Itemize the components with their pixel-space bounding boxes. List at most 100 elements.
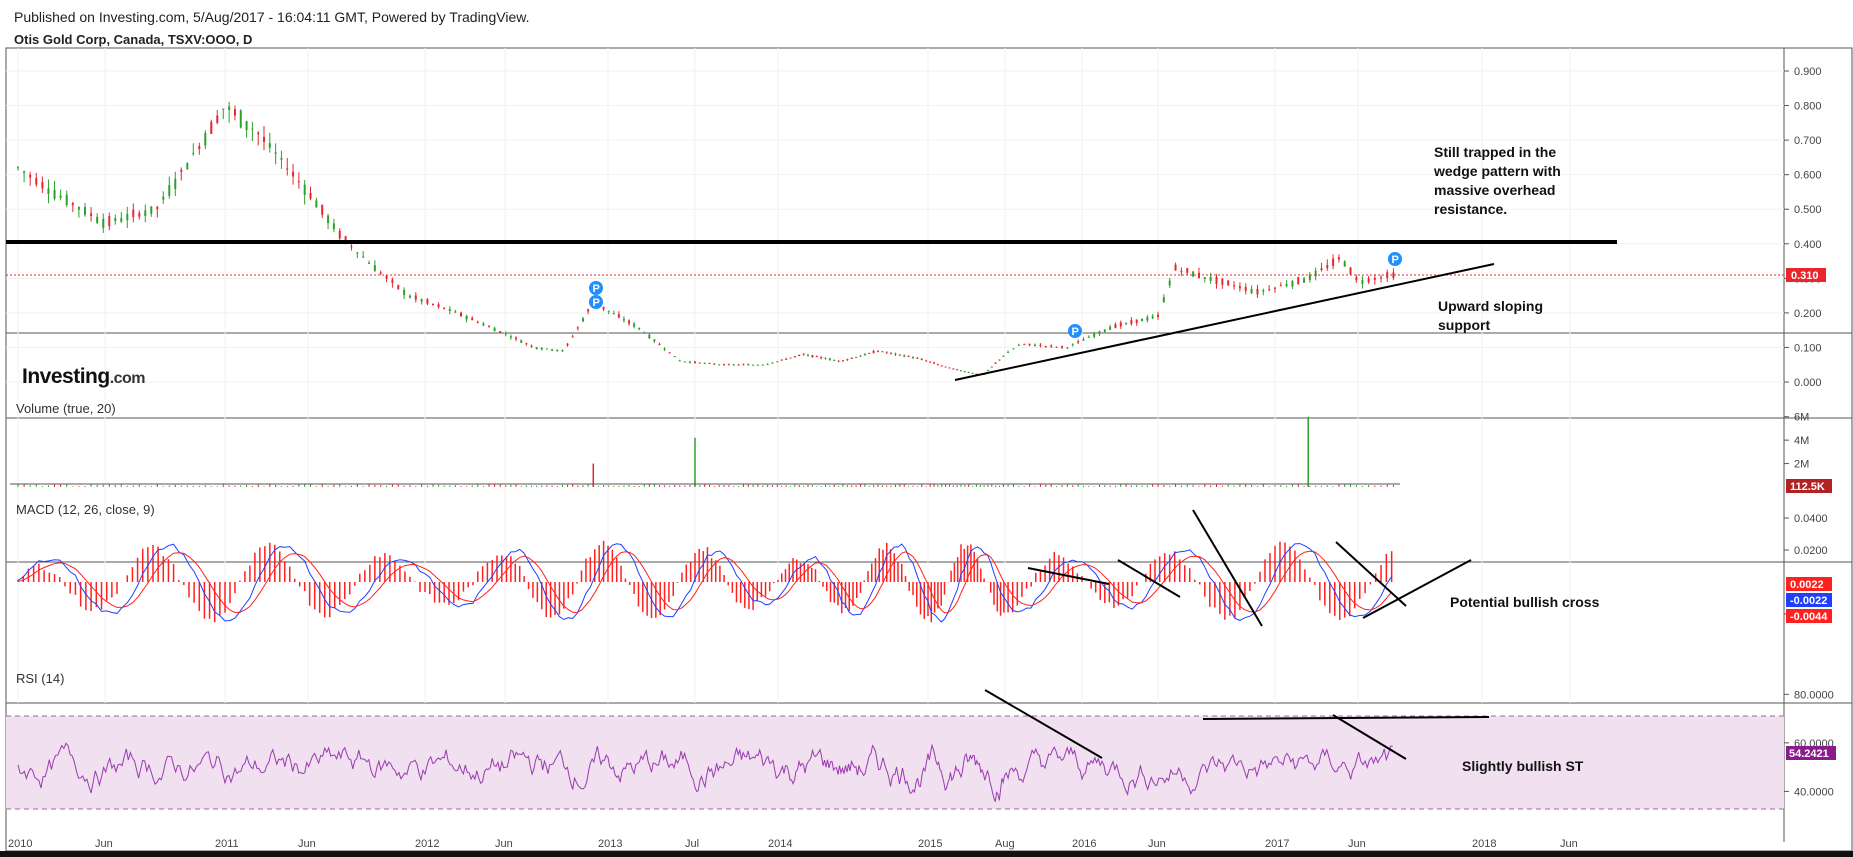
candle-body [162,196,165,200]
candle-body [967,371,970,373]
candle-body [373,265,376,272]
candle-body [150,206,153,214]
candle-body [96,216,99,224]
candle-body [1337,257,1340,260]
candle-body [1326,265,1329,269]
candle-body [108,216,111,227]
candle-body [776,361,779,363]
candle-body [471,317,474,321]
rsi-last-value: 54.2421 [1789,748,1829,760]
note-wedge-2: wedge pattern with [1433,163,1561,179]
candle-body [1343,261,1346,267]
logo-brand: Investing [22,365,110,388]
price-tick-label: 0.600 [1794,170,1822,182]
candle-body [863,353,866,356]
event-marker-letter: P [1072,326,1079,338]
candle-body [29,174,32,178]
macd-histogram [17,540,1393,623]
candle-body [1303,278,1306,283]
price-tick-label: 0.700 [1794,135,1822,147]
candle-body [1233,285,1236,287]
x-tick-label: Aug [995,838,1015,850]
candle-body [907,355,910,357]
candle-body [1002,355,1005,357]
candle-body [515,337,518,340]
x-tick-label: Jun [298,838,316,850]
last-price-value: 0.310 [1791,270,1819,282]
x-tick-label: 2015 [918,838,942,850]
candle-body [41,181,44,189]
candle-body [678,360,681,362]
candle-body [403,289,406,295]
candle-body [59,195,62,198]
candle-body [156,206,159,209]
candle-body [443,307,446,309]
candle-body [1060,346,1063,348]
macd-trend-4 [1335,541,1407,607]
candle-body [368,262,371,264]
candle-body [251,128,254,130]
candle-body [576,327,579,329]
candle-body [986,370,989,372]
candle-body [460,312,462,317]
candle-body [274,152,277,154]
candle-body [833,360,836,362]
candle-body [998,359,1001,361]
candle-body [362,256,365,258]
candle-body [673,356,676,358]
candle-body [509,336,512,338]
candle-body [192,152,195,155]
candle-body [933,362,936,364]
candle-body [798,354,801,356]
candle-body [944,366,947,368]
candle-body [793,356,796,358]
candle-body [1285,284,1288,287]
candle-body [785,358,788,360]
candle-body [713,363,716,365]
candle-body [1192,271,1195,277]
candle-body [628,320,631,324]
candle-body [309,192,312,199]
candle-body [120,218,123,222]
candle-body [1168,280,1171,286]
candle-body [571,336,574,338]
candle-body [1227,280,1230,286]
candle-body [1135,319,1138,324]
x-tick-label: Jun [1348,838,1366,850]
volume-pane: Volume (true, 20) 6M 4M 2M 112.5K [10,401,1832,493]
price-tick-label: 0.100 [1794,342,1822,354]
investing-logo: Investing.com [22,365,145,388]
candle-body [824,358,827,360]
note-wedge-3: massive overhead [1434,182,1555,198]
rsi-label: RSI (14) [16,671,64,686]
x-tick-label: 2016 [1072,838,1096,850]
macd-tick-label: 0.0400 [1794,513,1828,525]
candle-body [881,351,884,353]
candle-body [454,311,457,313]
candle-body [321,204,324,215]
price-tick-label: 0.200 [1794,308,1822,320]
price-axis: 0.9000.8000.7000.6000.5000.4000.3000.200… [1784,66,1822,389]
candle-body [802,354,805,356]
candle-body [448,308,451,311]
candle-body [960,370,962,372]
candle-body [77,207,80,210]
candle-body [263,136,266,142]
candle-body [47,188,50,194]
candle-body [1087,336,1090,338]
note-wedge-1: Still trapped in the [1434,144,1556,160]
candle-body [638,327,641,330]
candle-body [17,167,19,169]
candle-body [1186,268,1189,274]
event-markers: PPPP [589,252,1402,338]
candle-body [1373,277,1376,280]
candle-body [1028,343,1031,346]
macd-label: MACD (12, 26, close, 9) [16,502,155,517]
candle-body [303,184,306,195]
candle-body [877,351,879,353]
candle-body [837,360,840,362]
candle-body [1109,326,1112,330]
candle-body [929,361,932,363]
candle-body [708,362,711,364]
candle-body [815,355,818,358]
